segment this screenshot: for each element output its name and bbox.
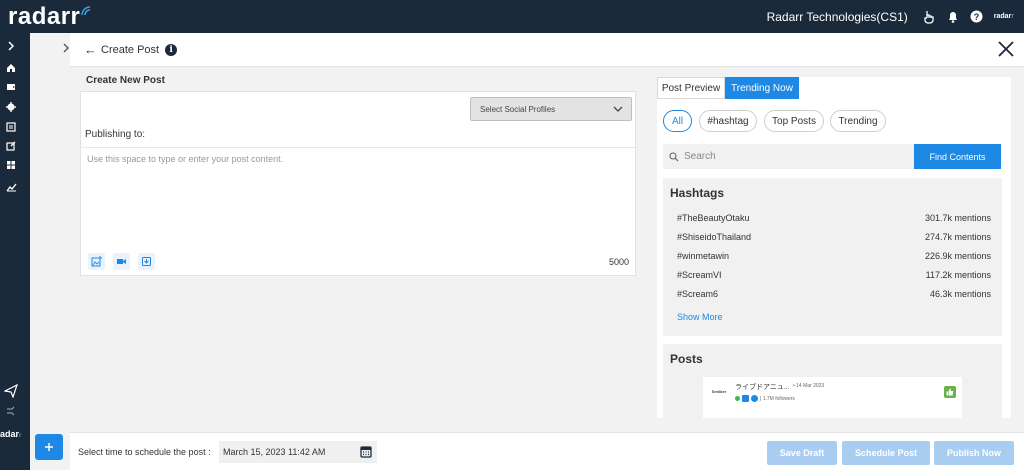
radarr-logo[interactable]: radar r [8, 3, 91, 31]
hashtag-row: #winmetawin 226.9k mentions [677, 251, 991, 263]
reports-icon[interactable] [0, 120, 22, 134]
hashtag-mentions: 46.3k mentions [929, 289, 991, 299]
thumbs-up-icon[interactable] [944, 386, 956, 398]
bell-icon[interactable] [946, 10, 960, 24]
publishing-to-label: Publishing to: [85, 129, 146, 140]
hashtag-tag[interactable]: #winmetawin [677, 251, 729, 263]
hashtag-row: #ShiseidoThailand 274.7k mentions [677, 232, 991, 244]
logo-signal-icon [81, 5, 91, 15]
close-icon[interactable] [996, 39, 1016, 59]
top-bar: radar r Radarr Technologies(CS1) ? radarr [0, 0, 1024, 33]
posts-title: Posts [670, 352, 703, 366]
find-contents-button[interactable]: Find Contents [914, 144, 1001, 169]
collapse-chevron-icon[interactable] [63, 42, 70, 56]
svg-text:?: ? [974, 12, 980, 22]
character-count: 5000 [608, 257, 629, 267]
mini-logo: radarr [993, 13, 1014, 20]
hashtag-tag[interactable]: #ShiseidoThailand [677, 232, 751, 244]
analytics-icon[interactable] [0, 180, 22, 194]
back-arrow-icon[interactable]: ← [84, 42, 97, 57]
hashtag-row: #ScreamVI 117.2k mentions [677, 270, 991, 282]
post-date: • 14 Mar 2023 [793, 383, 825, 389]
publish-now-button[interactable]: Publish Now [934, 441, 1014, 465]
expand-chevron-icon[interactable] [0, 39, 22, 53]
hashtag-mentions: 301.7k mentions [924, 213, 991, 223]
settings-icon[interactable] [0, 100, 22, 114]
tab-post-preview[interactable]: Post Preview [657, 77, 725, 99]
hashtag-tag[interactable]: #TheBeautyOtaku [677, 213, 750, 225]
secondary-column [30, 33, 70, 470]
schedule-datetime-input[interactable]: March 15, 2023 11:42 AM [219, 441, 377, 463]
calendar-icon[interactable] [360, 445, 372, 458]
search-input[interactable] [684, 151, 904, 162]
schedule-datetime-value: March 15, 2023 11:42 AM [223, 447, 326, 457]
post-avatar: Smiiber [711, 389, 727, 394]
help-icon[interactable]: ? [970, 10, 984, 24]
add-image-icon[interactable] [88, 253, 105, 270]
inbox-icon[interactable] [0, 80, 22, 94]
filter-hashtag[interactable]: #hashtag [699, 110, 757, 132]
save-draft-button[interactable]: Save Draft [767, 441, 837, 465]
hashtag-mentions: 274.7k mentions [924, 232, 991, 242]
logo-text: radar [8, 2, 71, 30]
org-name[interactable]: Radarr Technologies(CS1) [767, 10, 908, 24]
dashboard-icon[interactable] [0, 158, 22, 172]
panel-header: ← Create Post i [70, 33, 1024, 67]
search-icon [669, 151, 679, 161]
hashtag-tag[interactable]: #ScreamVI [677, 270, 722, 282]
hashtag-mentions: 117.2k mentions [925, 270, 991, 280]
right-panel: Post Preview Trending Now All #hashtag T… [657, 77, 1011, 418]
search-box [663, 144, 915, 169]
logo-accent: r [70, 2, 81, 30]
video-icon[interactable] [113, 253, 130, 270]
schedule-post-button[interactable]: Schedule Post [842, 441, 930, 465]
show-more-link[interactable]: Show More [677, 312, 723, 322]
shuffle-icon[interactable] [0, 404, 22, 418]
hashtag-tag[interactable]: #Scream6 [677, 289, 718, 301]
hashtags-title: Hashtags [670, 186, 725, 200]
filter-trending[interactable]: Trending [830, 110, 886, 132]
plus-icon [45, 443, 53, 451]
bottom-bar: Select time to schedule the post : March… [70, 432, 1024, 470]
compose-icon[interactable] [0, 139, 22, 153]
hashtags-box: Hashtags #TheBeautyOtaku 301.7k mentions… [663, 178, 1002, 336]
chevron-down-icon [613, 106, 623, 112]
hand-pointer-icon[interactable] [922, 10, 936, 24]
send-icon[interactable] [0, 384, 22, 398]
filter-top-posts[interactable]: Top Posts [764, 110, 824, 132]
verified-icon [751, 395, 758, 402]
save-draft-icon[interactable] [138, 253, 155, 270]
select-social-profiles-dropdown[interactable]: Select Social Profiles [470, 97, 632, 121]
home-icon[interactable] [0, 61, 22, 75]
post-card[interactable]: Smiiber ライブドアニュ... • 14 Mar 2023 | 1.7M … [703, 377, 962, 418]
post-title: ライブドアニュ... [735, 384, 790, 391]
left-rail: adarr [0, 33, 30, 470]
twitter-icon [742, 395, 749, 402]
hashtag-row: #Scream6 46.3k mentions [677, 289, 991, 301]
tab-trending-now[interactable]: Trending Now [725, 77, 799, 99]
add-button[interactable] [35, 434, 63, 460]
compose-section-title: Create New Post [86, 75, 165, 86]
compose-card: Select Social Profiles Publishing to: 50… [80, 91, 637, 276]
select-profiles-label: Select Social Profiles [480, 104, 556, 114]
hashtag-mentions: 226.9k mentions [924, 251, 991, 261]
compose-divider [81, 147, 637, 148]
info-icon[interactable]: i [165, 43, 178, 56]
hashtag-row: #TheBeautyOtaku 301.7k mentions [677, 213, 991, 225]
post-content-input[interactable] [87, 154, 627, 244]
filter-all[interactable]: All [663, 110, 692, 132]
rail-bottom-logo: adarr [0, 429, 22, 439]
schedule-label: Select time to schedule the post : [78, 447, 211, 457]
post-followers: | 1.7M followers [760, 395, 795, 402]
post-meta: | 1.7M followers [735, 395, 795, 402]
page-title: Create Post [101, 43, 160, 56]
status-dot-icon [735, 396, 740, 401]
posts-box: Posts Smiiber ライブドアニュ... • 14 Mar 2023 |… [663, 344, 1002, 418]
